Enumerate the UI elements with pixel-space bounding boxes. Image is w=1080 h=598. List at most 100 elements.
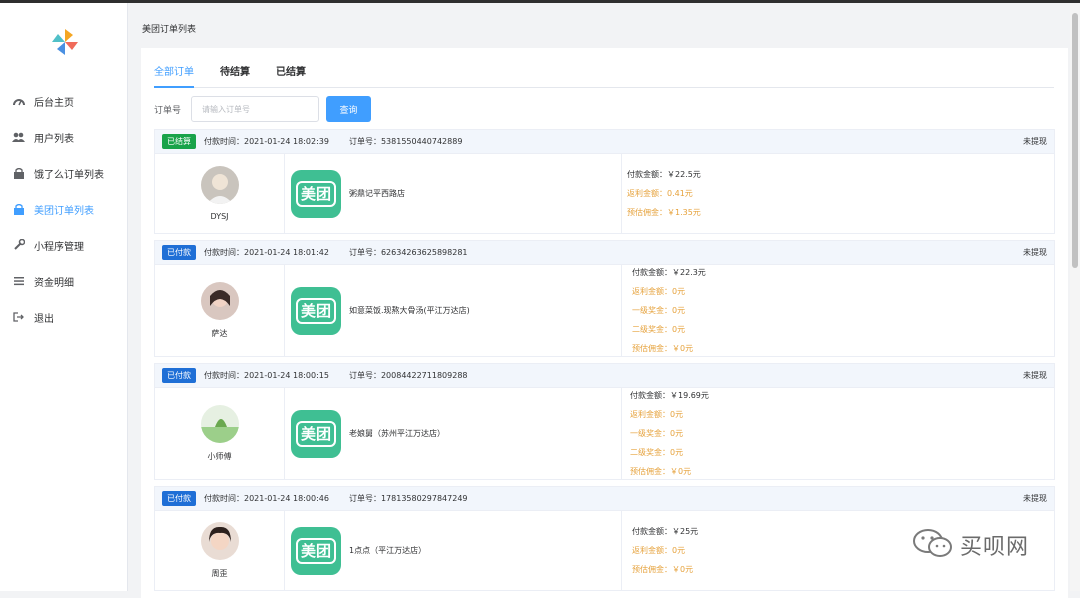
order-header: 已付款 付款时间：2021-01-24 18:01:42 订单号：6263426… — [155, 241, 1054, 265]
sidebar-item-label: 美团订单列表 — [34, 205, 94, 217]
sidebar-item-label: 小程序管理 — [34, 241, 84, 253]
shopping-bag-icon — [12, 167, 25, 180]
tab-all-orders[interactable]: 全部订单 — [154, 66, 194, 88]
sidebar-item-users[interactable]: 用户列表 — [0, 119, 128, 155]
sidebar-item-label: 资金明细 — [34, 277, 74, 289]
shop-name: 老娘舅（苏州平江万达店） — [349, 429, 445, 438]
sidebar-item-label: 用户列表 — [34, 133, 74, 145]
breadcrumb: 美团订单列表 — [142, 25, 197, 35]
order-card: 已结算 付款时间：2021-01-24 18:02:39 订单号：5381550… — [154, 129, 1055, 234]
list-icon — [12, 275, 25, 288]
meituan-logo-icon: 美团 — [291, 526, 341, 575]
sidebar-item-label: 饿了么订单列表 — [34, 169, 104, 181]
sidebar-item-logout[interactable]: 退出 — [0, 299, 128, 335]
status-badge: 已付款 — [162, 245, 196, 260]
payment-amount: 付款金额：￥22.3元 — [632, 268, 706, 277]
payment-amount: 付款金额：￥22.5元 — [627, 170, 701, 179]
shop-cell: 美团 老娘舅（苏州平江万达店） — [285, 388, 622, 479]
sidebar-item-dashboard[interactable]: 后台主页 — [0, 83, 128, 119]
meituan-logo-text: 美团 — [295, 420, 336, 447]
user-cell: DYSJ — [155, 154, 285, 233]
app-logo-icon — [50, 27, 80, 57]
order-number: 订单号：20084422711809288 — [348, 371, 468, 380]
status-badge: 已结算 — [162, 134, 196, 149]
avatar — [200, 166, 239, 204]
rebate-amount: 返利金额：0.41元 — [627, 189, 693, 198]
username: DYSJ — [210, 212, 229, 221]
username: 小师傅 — [207, 452, 232, 461]
shop-cell: 美团 如意菜饭.现熬大骨汤(平江万达店) — [285, 265, 622, 356]
order-header: 已结算 付款时间：2021-01-24 18:02:39 订单号：5381550… — [155, 130, 1054, 154]
payment-amount: 付款金额：￥19.69元 — [630, 391, 709, 400]
money-cell: 付款金额：￥19.69元 返利金额：0元 一级奖金：0元 二级奖金：0元 预估佣… — [622, 388, 1054, 479]
meituan-logo-text: 美团 — [295, 297, 336, 324]
order-tabs: 全部订单 待结算 已结算 — [154, 66, 1054, 88]
money-cell: 付款金额：￥22.3元 返利金额：0元 一级奖金：0元 二级奖金：0元 预估佣金… — [622, 265, 1054, 356]
meituan-logo-icon: 美团 — [291, 169, 341, 218]
shop-name: 1点点（平江万达店） — [349, 546, 427, 555]
rebate-amount: 返利金额：0元 — [630, 410, 684, 419]
order-number: 订单号：62634263625898281 — [348, 248, 468, 257]
money-cell: 付款金额：￥22.5元 返利金额：0.41元 预估佣金：￥1.35元 — [622, 154, 1054, 233]
order-number: 订单号：5381550440742889 — [348, 137, 463, 146]
username: 萨达 — [211, 329, 228, 338]
username: 周歪 — [211, 569, 228, 578]
sidebar-item-funds[interactable]: 资金明细 — [0, 263, 128, 299]
watermark: 买呗网 — [912, 528, 1029, 562]
payment-time: 付款时间：2021-01-24 18:01:42 — [204, 248, 329, 257]
wrench-icon — [12, 239, 25, 252]
order-number-label: 订单号 — [154, 105, 182, 116]
level1-bonus: 一级奖金：0元 — [630, 429, 684, 438]
user-cell: 小师傅 — [155, 388, 285, 479]
order-card: 已付款 付款时间：2021-01-24 18:00:15 订单号：2008442… — [154, 363, 1055, 480]
sidebar-item-eleme-orders[interactable]: 饿了么订单列表 — [0, 155, 128, 191]
watermark-text: 买呗网 — [960, 535, 1030, 560]
level2-bonus: 二级奖金：0元 — [630, 448, 684, 457]
shop-cell: 美团 1点点（平江万达店） — [285, 511, 622, 590]
dashboard-icon — [12, 95, 25, 108]
shop-name: 粥鼎记平西路店 — [349, 189, 405, 198]
order-list: 已结算 付款时间：2021-01-24 18:02:39 订单号：5381550… — [154, 129, 1055, 597]
scrollbar[interactable] — [1070, 3, 1080, 591]
sidebar-item-label: 后台主页 — [34, 97, 74, 109]
withdraw-status: 未提现 — [1023, 137, 1047, 146]
user-cell: 萨达 — [155, 265, 285, 356]
tab-pending-settlement[interactable]: 待结算 — [220, 66, 250, 88]
user-cell: 周歪 — [155, 511, 285, 590]
order-card: 已付款 付款时间：2021-01-24 18:01:42 订单号：6263426… — [154, 240, 1055, 357]
avatar — [200, 405, 239, 443]
order-body: DYSJ 美团 粥鼎记平西路店 付款金额：￥22.5元 返利金额：0.41元 预… — [155, 154, 1054, 233]
order-header: 已付款 付款时间：2021-01-24 18:00:15 订单号：2008442… — [155, 364, 1054, 388]
meituan-logo-icon: 美团 — [291, 286, 341, 335]
order-body: 小师傅 美团 老娘舅（苏州平江万达店） 付款金额：￥19.69元 返利金额：0元… — [155, 388, 1054, 479]
avatar — [200, 522, 239, 560]
withdraw-status: 未提现 — [1023, 371, 1047, 380]
estimated-commission: 预估佣金：￥0元 — [632, 565, 694, 574]
sidebar-item-meituan-orders[interactable]: 美团订单列表 — [0, 191, 128, 227]
meituan-logo-text: 美团 — [295, 537, 336, 564]
order-header: 已付款 付款时间：2021-01-24 18:00:46 订单号：1781358… — [155, 487, 1054, 511]
withdraw-status: 未提现 — [1023, 494, 1047, 503]
search-button[interactable]: 查询 — [326, 96, 372, 122]
shop-name: 如意菜饭.现熬大骨汤(平江万达店) — [349, 306, 470, 315]
payment-time: 付款时间：2021-01-24 18:00:46 — [204, 494, 329, 503]
estimated-commission: 预估佣金：￥1.35元 — [627, 208, 701, 217]
shop-cell: 美团 粥鼎记平西路店 — [285, 154, 622, 233]
tab-settled[interactable]: 已结算 — [276, 66, 306, 88]
avatar — [200, 282, 239, 320]
level1-bonus: 一级奖金：0元 — [632, 306, 686, 315]
search-bar: 订单号 查询 — [154, 96, 372, 122]
order-body: 萨达 美团 如意菜饭.现熬大骨汤(平江万达店) 付款金额：￥22.3元 返利金额… — [155, 265, 1054, 356]
estimated-commission: 预估佣金：￥0元 — [632, 344, 694, 353]
status-badge: 已付款 — [162, 368, 196, 383]
order-number-input[interactable] — [191, 96, 320, 122]
scrollbar-thumb[interactable] — [1072, 13, 1078, 268]
payment-time: 付款时间：2021-01-24 18:00:15 — [204, 371, 329, 380]
users-icon — [12, 131, 25, 144]
sidebar-nav: 后台主页 用户列表 饿了么订单列表 美团订单列表 小程序管理 资金明细 退出 — [0, 83, 128, 335]
meituan-logo-text: 美团 — [295, 180, 336, 207]
sidebar-item-miniprogram[interactable]: 小程序管理 — [0, 227, 128, 263]
logout-icon — [12, 311, 25, 324]
level2-bonus: 二级奖金：0元 — [632, 325, 686, 334]
main-content: 美团订单列表 全部订单 待结算 已结算 订单号 查询 已结算 付款时间：2021… — [129, 3, 1080, 598]
